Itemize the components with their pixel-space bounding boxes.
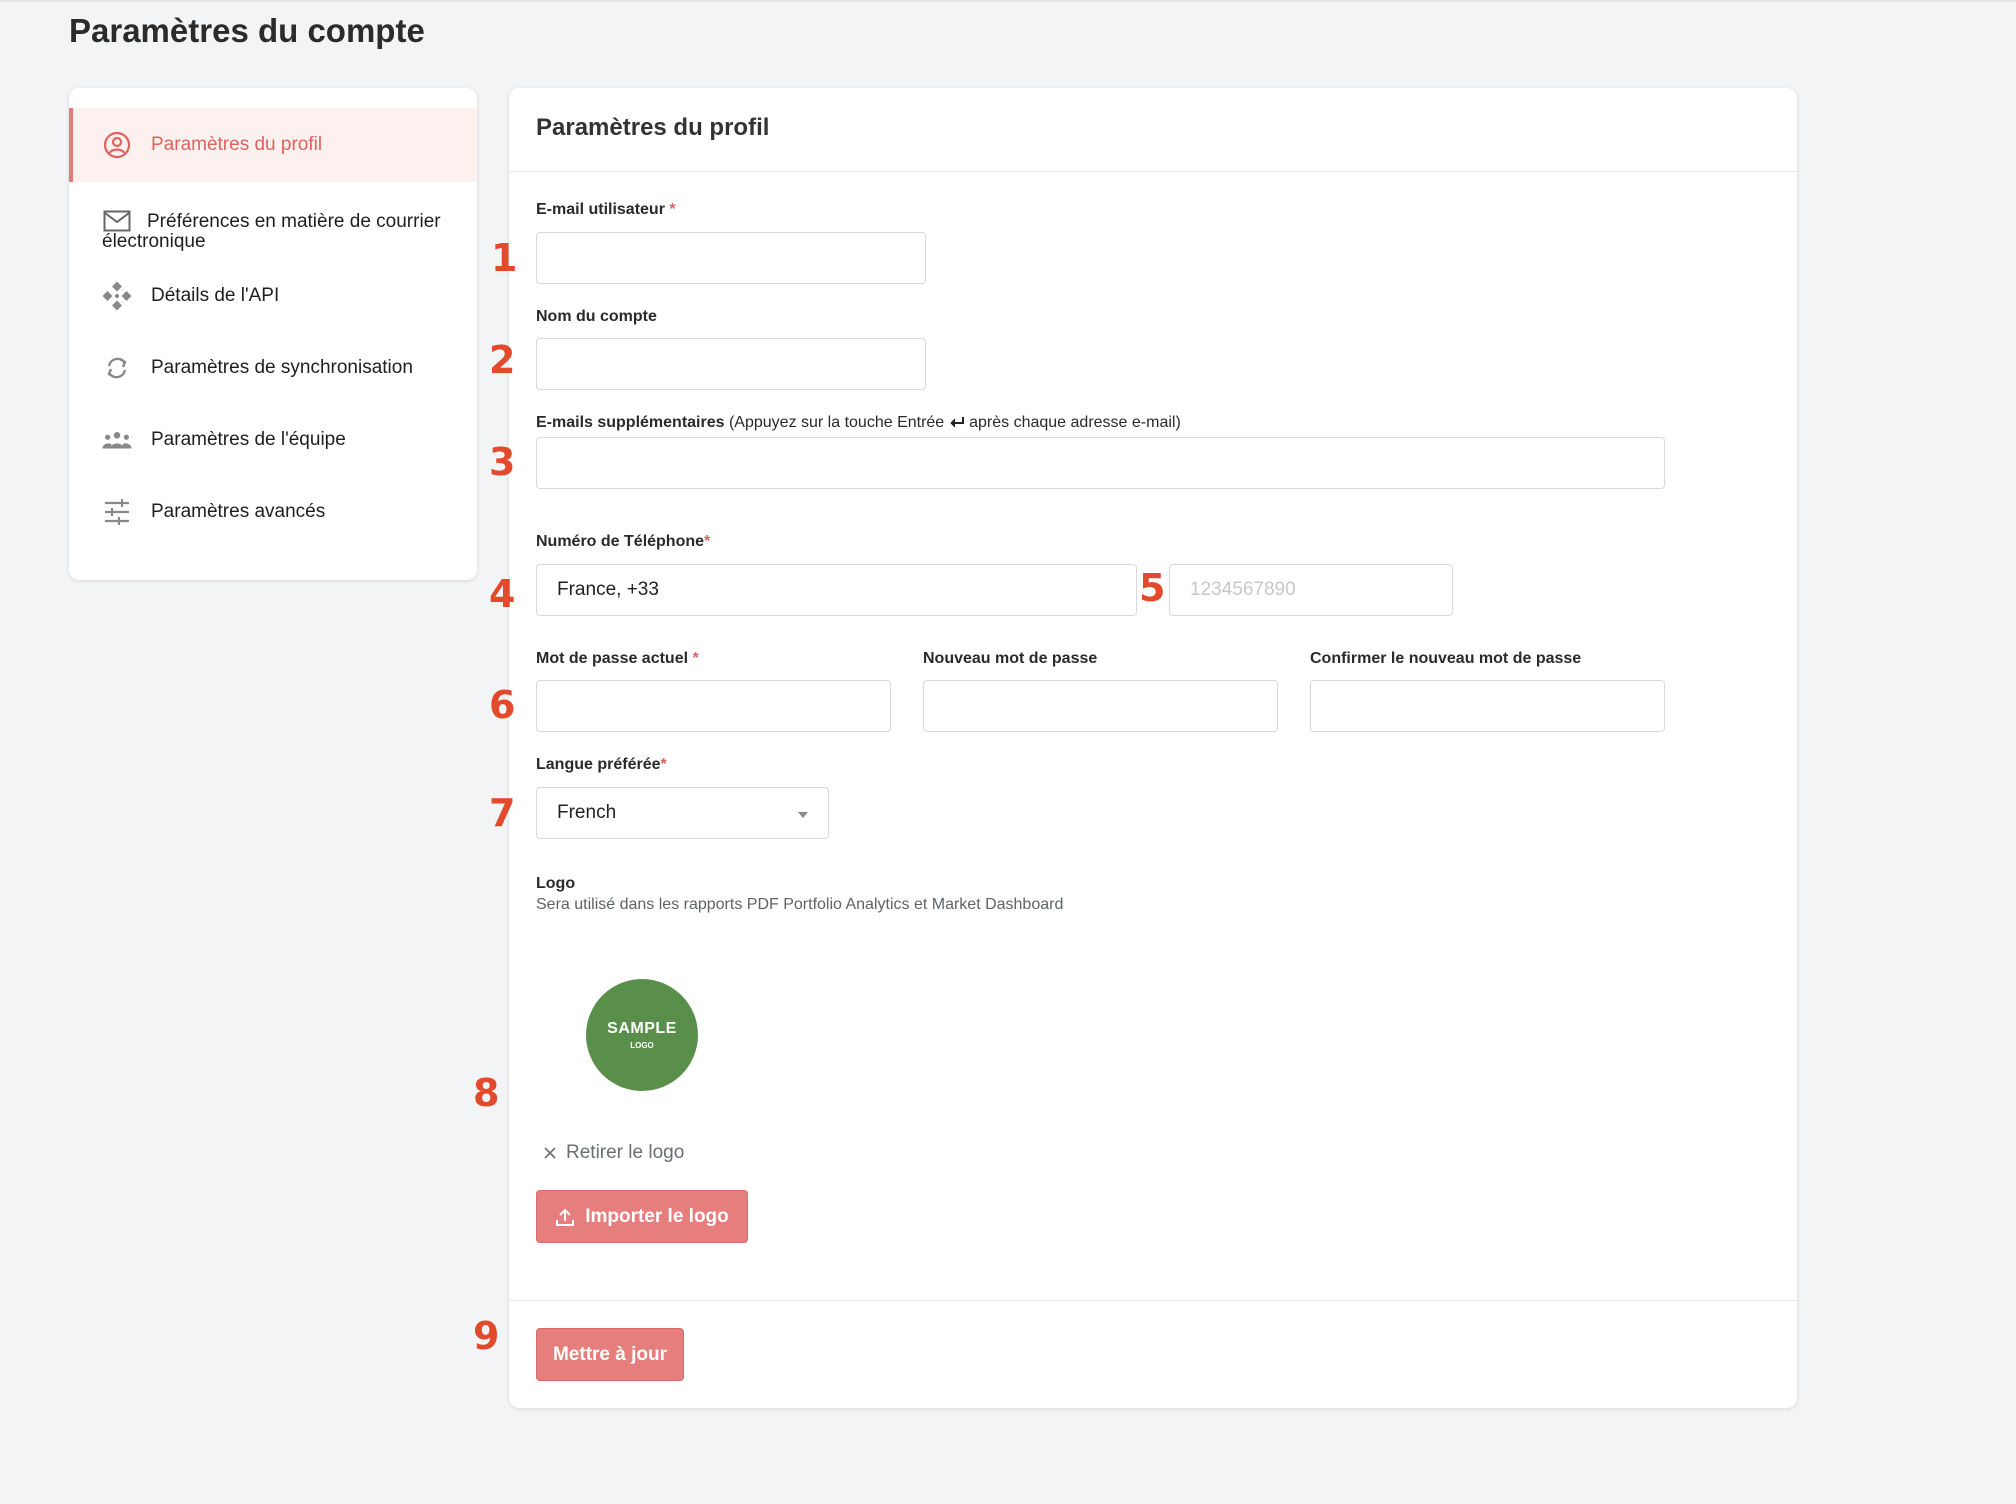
page-title: Paramètres du compte xyxy=(69,12,425,49)
team-icon xyxy=(102,425,132,455)
logo-preview: SAMPLE LOGO xyxy=(586,979,698,1091)
card-title: Paramètres du profil xyxy=(536,114,770,141)
footer-divider xyxy=(509,1300,1797,1301)
phone-number-field[interactable] xyxy=(1169,564,1453,616)
confirm-password-label: Confirmer le nouveau mot de passe xyxy=(1310,650,1582,667)
update-button[interactable]: Mettre à jour xyxy=(536,1328,684,1381)
language-value: French xyxy=(557,802,617,823)
logo-description: Sera utilisé dans les rapports PDF Portf… xyxy=(536,896,1064,913)
account-name-label: Nom du compte xyxy=(536,308,657,325)
sidebar-item-team[interactable]: Paramètres de l'équipe xyxy=(69,418,477,462)
extra-emails-label: E-mails supplémentaires (Appuyez sur la … xyxy=(536,414,1181,431)
email-field[interactable] xyxy=(536,232,926,284)
top-border xyxy=(0,0,2016,2)
upload-logo-label: Importer le logo xyxy=(585,1205,729,1227)
extra-emails-field[interactable] xyxy=(536,437,1665,489)
annotation-7: 7 xyxy=(489,791,516,835)
annotation-9: 9 xyxy=(473,1314,500,1358)
upload-icon xyxy=(556,1208,575,1226)
annotation-2: 2 xyxy=(489,338,516,382)
language-label: Langue préférée* xyxy=(536,756,667,773)
sidebar-item-api[interactable]: Détails de l'API xyxy=(69,274,477,318)
country-code-select[interactable]: France, +33 xyxy=(536,564,1137,616)
annotation-3: 3 xyxy=(489,440,516,484)
annotation-8: 8 xyxy=(473,1071,500,1115)
logo-label: Logo xyxy=(536,875,576,892)
profile-settings-card: Paramètres du profil E-mail utilisateur … xyxy=(473,88,1797,1408)
sliders-icon xyxy=(102,497,132,527)
sidebar-item-advanced[interactable]: Paramètres avancés xyxy=(69,490,477,534)
chevron-down-icon xyxy=(798,812,808,818)
header-divider xyxy=(509,171,1797,172)
sidebar-item-label: Paramètres de synchronisation xyxy=(151,357,413,378)
sync-icon xyxy=(102,353,132,383)
annotation-5: 5 xyxy=(1139,566,1166,610)
annotation-1: 1 xyxy=(491,236,518,280)
logo-text-sub: LOGO xyxy=(630,1041,654,1050)
extra-emails-hint: (Appuyez sur la touche Entrée après chaq… xyxy=(728,414,1181,431)
phone-label: Numéro de Téléphone* xyxy=(536,533,711,550)
confirm-password-field[interactable] xyxy=(1310,680,1665,732)
api-icon xyxy=(102,281,132,311)
sidebar-item-label: Paramètres avancés xyxy=(151,501,326,522)
sidebar-item-label: Paramètres du profil xyxy=(151,134,323,155)
enter-key-icon xyxy=(949,417,964,428)
sidebar-item-label: Préférences en matière de courrier élect… xyxy=(102,211,441,252)
sidebar-item-sync[interactable]: Paramètres de synchronisation xyxy=(69,346,477,390)
remove-logo-button[interactable]: Retirer le logo xyxy=(544,1142,684,1164)
current-password-field[interactable] xyxy=(536,680,891,732)
new-password-label: Nouveau mot de passe xyxy=(923,650,1098,667)
current-password-label: Mot de passe actuel * xyxy=(536,650,699,667)
email-label: E-mail utilisateur * xyxy=(536,201,676,218)
logo-text-main: SAMPLE xyxy=(607,1020,677,1037)
user-circle-icon xyxy=(102,130,132,160)
sidebar-item-profile[interactable]: Paramètres du profil xyxy=(69,108,477,182)
account-name-field[interactable] xyxy=(536,338,926,390)
settings-sidebar: Paramètres du profil Préférences en mati… xyxy=(69,88,477,580)
annotation-6: 6 xyxy=(489,683,516,727)
country-code-value: France, +33 xyxy=(557,579,659,600)
remove-logo-label: Retirer le logo xyxy=(566,1142,685,1163)
sidebar-item-email-preferences[interactable]: Préférences en matière de courrier élect… xyxy=(69,202,477,262)
sidebar-item-label: Détails de l'API xyxy=(151,285,280,306)
close-icon xyxy=(544,1147,556,1159)
sidebar-item-label: Paramètres de l'équipe xyxy=(151,429,346,450)
new-password-field[interactable] xyxy=(923,680,1278,732)
language-select[interactable]: French xyxy=(536,787,829,839)
annotation-4: 4 xyxy=(489,572,516,616)
upload-logo-button[interactable]: Importer le logo xyxy=(536,1190,748,1243)
